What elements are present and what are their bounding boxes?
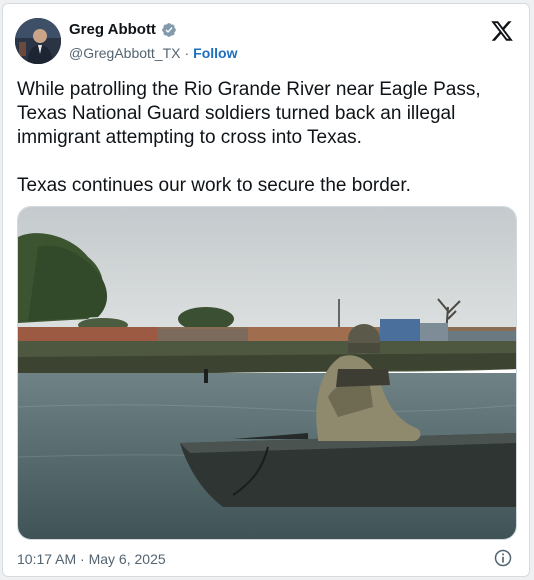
avatar-image	[15, 18, 61, 64]
tweet-paragraph-1: While patrolling the Rio Grande River ne…	[17, 79, 481, 148]
author-handle-row: @GregAbbott_TX · Follow	[69, 45, 238, 61]
x-logo-icon[interactable]	[490, 19, 514, 43]
photo-river-patrol	[18, 207, 516, 539]
author-name-row: Greg Abbott	[69, 21, 177, 38]
tweet-paragraph-2: Texas continues our work to secure the b…	[17, 175, 411, 196]
info-icon[interactable]	[493, 548, 513, 568]
tweet-photo[interactable]	[17, 206, 517, 540]
tweet-card: Greg Abbott @GregAbbott_TX · Follow Whil…	[2, 3, 530, 577]
follow-button[interactable]: Follow	[193, 45, 237, 61]
author-handle[interactable]: @GregAbbott_TX	[69, 45, 181, 61]
author-name[interactable]: Greg Abbott	[69, 21, 156, 38]
tweet-timestamp[interactable]: 10:17 AM · May 6, 2025	[17, 551, 166, 567]
avatar[interactable]	[15, 18, 61, 64]
tweet-text: While patrolling the Rio Grande River ne…	[17, 78, 517, 222]
separator: ·	[184, 45, 190, 61]
verified-badge-icon	[162, 22, 176, 37]
